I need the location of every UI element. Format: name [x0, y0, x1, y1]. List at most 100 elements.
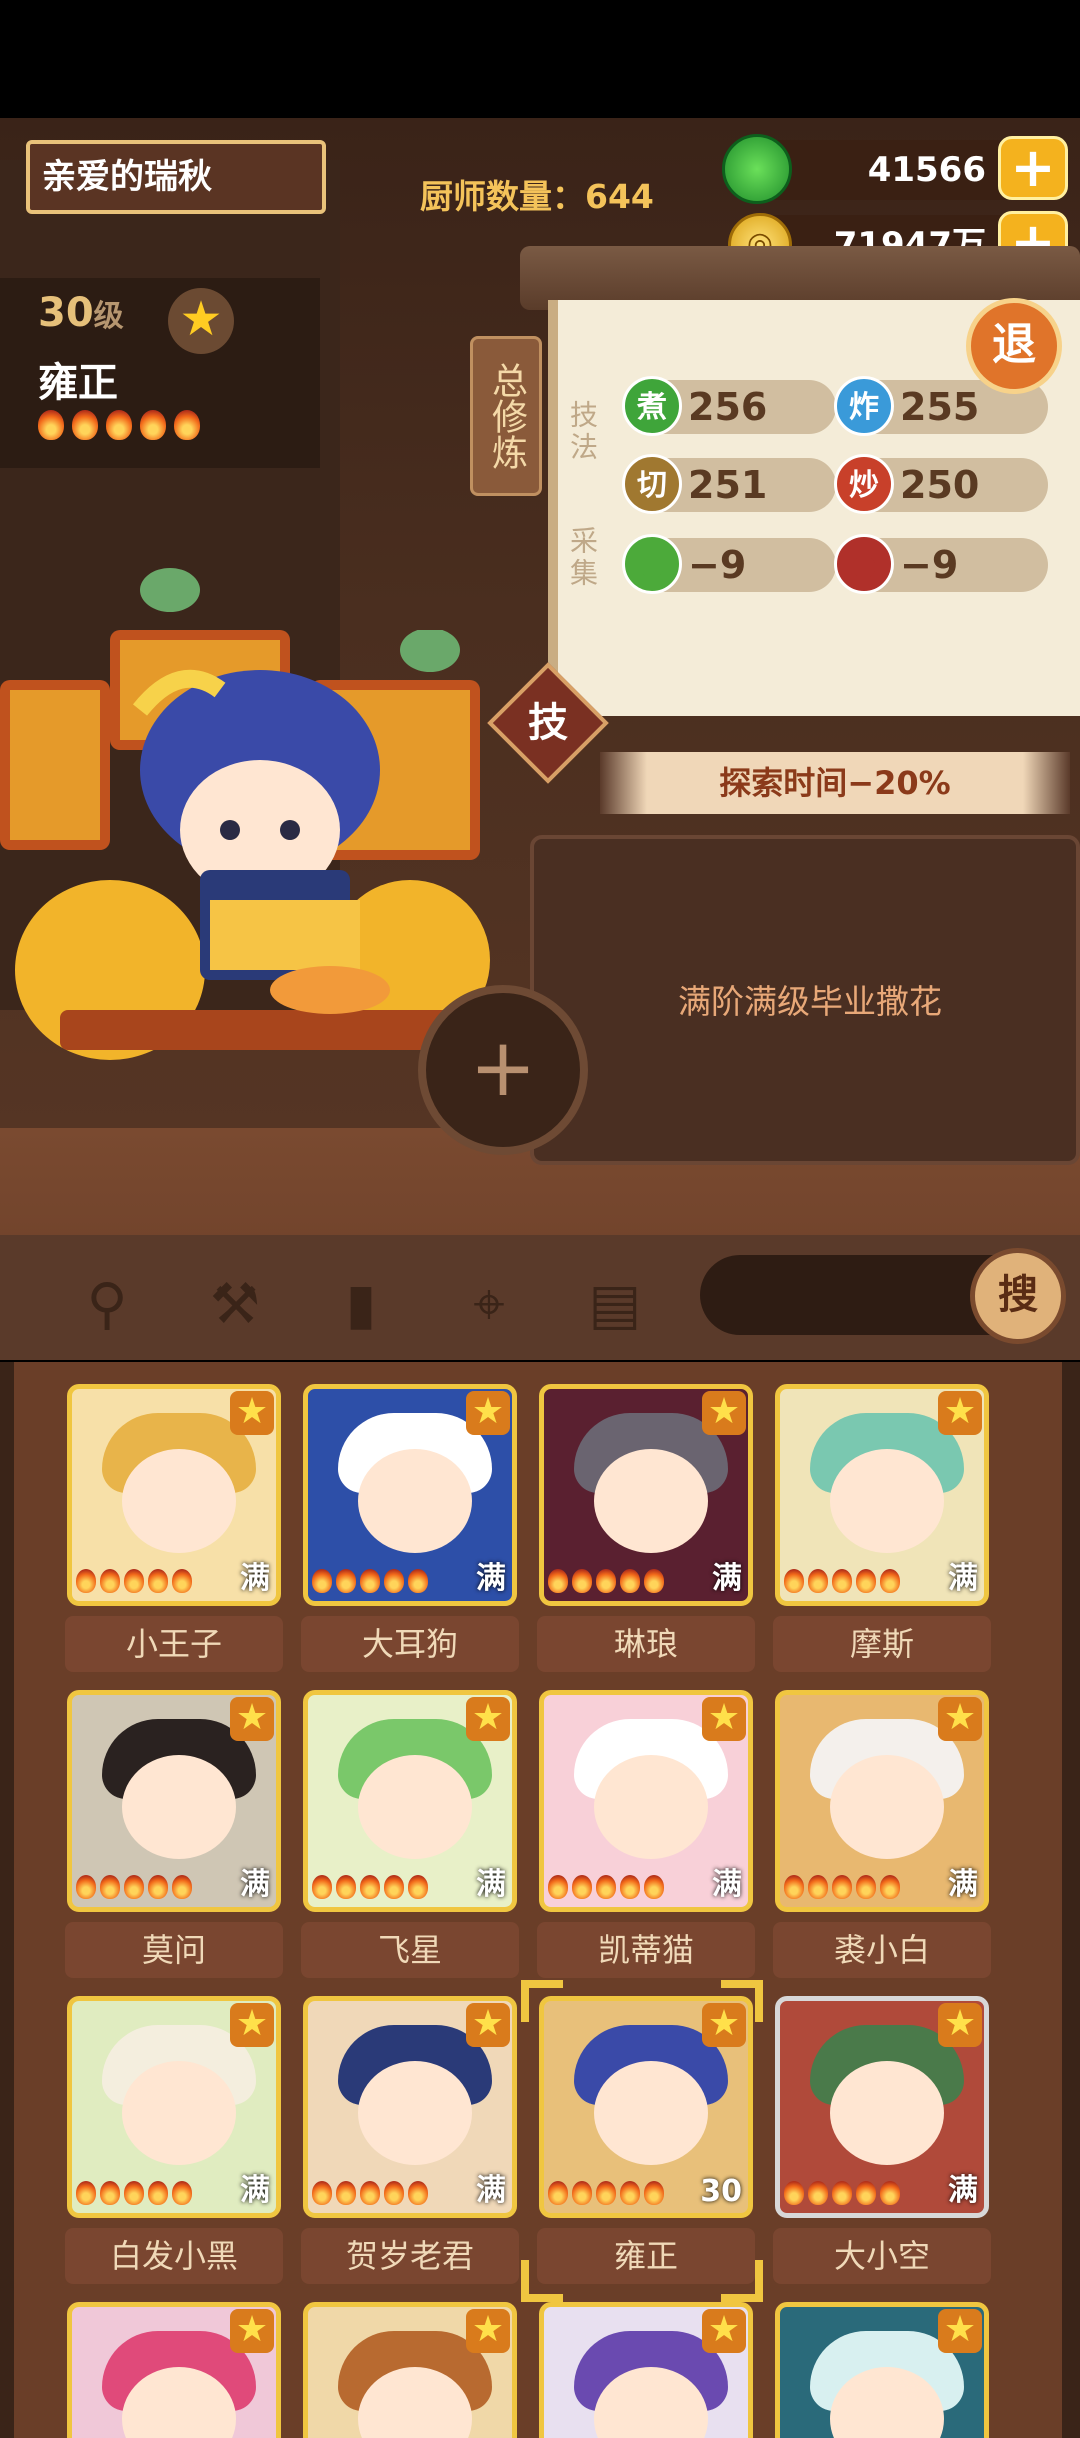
exit-button[interactable]: 退	[966, 298, 1062, 394]
stat-value: 255	[900, 385, 980, 429]
flame-icon	[172, 1875, 192, 1899]
meat-icon[interactable]: ⚲	[72, 1270, 142, 1340]
search-button[interactable]: 搜	[970, 1248, 1066, 1344]
chef-card[interactable]: ★ 满	[303, 1690, 517, 1912]
chef-card[interactable]: ★ 满	[775, 1384, 989, 1606]
chef-card-flames	[76, 2181, 196, 2209]
location-icon[interactable]: ⌖	[454, 1270, 524, 1340]
chef-card[interactable]: ★ 30	[539, 1996, 753, 2218]
chef-card-name[interactable]: 大耳狗	[301, 1616, 519, 1672]
add-jade-button[interactable]: +	[998, 136, 1068, 200]
chef-card[interactable]: ★ 满	[775, 1690, 989, 1912]
player-name-box[interactable]: 亲爱的瑞秋	[26, 140, 326, 214]
chef-card-name[interactable]: 莫问	[65, 1922, 283, 1978]
flame-icon	[572, 2181, 592, 2205]
chef-card-name[interactable]: 裘小白	[773, 1922, 991, 1978]
star-icon: ★	[230, 1697, 274, 1741]
chef-card[interactable]: ★	[539, 2302, 753, 2438]
flame-icon	[408, 1569, 428, 1593]
chef-card-badge: 满	[948, 1867, 978, 1902]
chef-card-name[interactable]: 琳琅	[537, 1616, 755, 1672]
chef-card[interactable]: ★	[775, 2302, 989, 2438]
star-icon: ★	[466, 1697, 510, 1741]
stat-meat: ● −9	[834, 534, 1048, 594]
chef-card-name[interactable]: 大小空	[773, 2228, 991, 2284]
flame-icon	[384, 1875, 404, 1899]
stat-value: −9	[688, 543, 747, 587]
flame-icon	[548, 2181, 568, 2205]
flame-icon	[620, 1569, 640, 1593]
chef-card[interactable]: ★	[303, 2302, 517, 2438]
flame-icon	[620, 1875, 640, 1899]
map-quest-icon[interactable]: ▤	[580, 1270, 650, 1340]
flame-icon	[148, 1569, 168, 1593]
flame-icon	[336, 1569, 356, 1593]
flame-icon	[336, 1875, 356, 1899]
chef-card[interactable]: ★ 满	[539, 1690, 753, 1912]
chef-name: 雍正	[38, 360, 118, 406]
chef-count-value: 644	[585, 177, 654, 216]
flame-icon	[572, 1569, 592, 1593]
flame-icon	[172, 1569, 192, 1593]
stat-value: 256	[688, 385, 768, 429]
star-icon: ★	[466, 1391, 510, 1435]
flame-icon	[596, 2181, 616, 2205]
chef-card[interactable]: ★ 满	[303, 1996, 517, 2218]
star-icon[interactable]: ★	[168, 288, 234, 354]
chef-card[interactable]: ★ 满	[67, 1690, 281, 1912]
flame-icon	[148, 2181, 168, 2205]
chef-card-name[interactable]: 小王子	[65, 1616, 283, 1672]
flame-icon	[784, 1875, 804, 1899]
flame-icon	[124, 1569, 144, 1593]
chef-card[interactable]: ★ 满	[67, 1996, 281, 2218]
add-equipment-button[interactable]: +	[418, 985, 588, 1155]
star-icon: ★	[938, 2003, 982, 2047]
flame-icon	[880, 1569, 900, 1593]
chef-level-value: 30	[38, 290, 94, 336]
chef-card[interactable]: ★ 满	[775, 1996, 989, 2218]
flame-icon	[644, 2181, 664, 2205]
stat-vegetable: ● −9	[622, 534, 836, 594]
chef-count: 厨师数量：644	[420, 170, 654, 218]
flame-icon	[384, 1569, 404, 1593]
flame-icon	[644, 1569, 664, 1593]
stat-cut: 切 251	[622, 454, 836, 514]
selection-corner	[521, 1980, 563, 2022]
chef-card-name[interactable]: 凯蒂猫	[537, 1922, 755, 1978]
chef-card[interactable]: ★	[67, 2302, 281, 2438]
chef-card-flames	[312, 1875, 432, 1903]
jar-icon[interactable]: ▮	[326, 1270, 396, 1340]
chef-card-name[interactable]: 摩斯	[773, 1616, 991, 1672]
chef-card-flames	[76, 1875, 196, 1903]
stat-value: −9	[900, 543, 959, 587]
explore-bonus-banner: 探索时间−20%	[600, 752, 1070, 814]
star-icon: ★	[702, 1391, 746, 1435]
chef-count-label: 厨师数量：	[420, 177, 585, 216]
star-icon: ★	[230, 2309, 274, 2353]
flame-icon	[76, 2181, 96, 2205]
chef-card[interactable]: ★ 满	[303, 1384, 517, 1606]
total-training-tab[interactable]: 总修炼	[470, 336, 542, 496]
flame-icon	[408, 1875, 428, 1899]
stat-value: 251	[688, 463, 768, 507]
chef-card[interactable]: ★ 满	[67, 1384, 281, 1606]
chef-card-flames	[548, 1875, 668, 1903]
stat-value: 250	[900, 463, 980, 507]
flame-icon	[384, 2181, 404, 2205]
shovel-icon[interactable]: ⚒	[200, 1270, 270, 1340]
chef-card-name[interactable]: 贺岁老君	[301, 2228, 519, 2284]
flame-icon	[100, 2181, 120, 2205]
flame-icon	[832, 1569, 852, 1593]
flame-icon	[124, 1875, 144, 1899]
flame-icon	[808, 2181, 828, 2205]
flame-icon	[880, 1875, 900, 1899]
cut-icon: 切	[622, 454, 682, 514]
chef-portrait	[122, 2061, 236, 2165]
chef-card-name[interactable]: 白发小黑	[65, 2228, 283, 2284]
chef-card-badge: 满	[948, 1561, 978, 1596]
chef-card[interactable]: ★ 满	[539, 1384, 753, 1606]
flame-icon	[548, 1569, 568, 1593]
chef-card-name[interactable]: 飞星	[301, 1922, 519, 1978]
flame-icon	[784, 1569, 804, 1593]
skill-tab-label: 技	[528, 700, 568, 746]
